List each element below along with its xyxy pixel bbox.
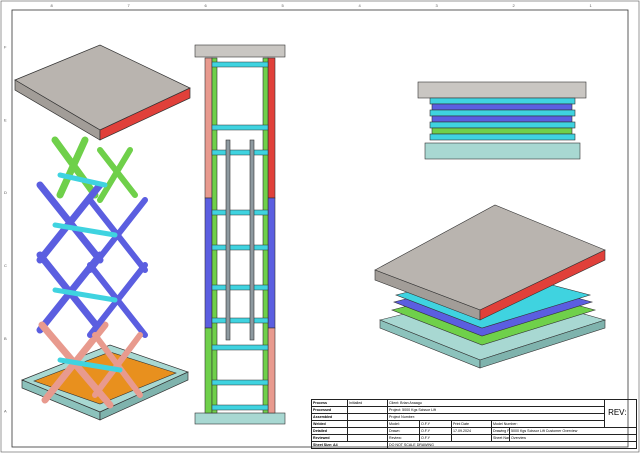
center-base <box>194 412 286 425</box>
cross-tube <box>211 317 269 324</box>
tb-row-value: Initialled <box>347 399 388 407</box>
tb-sheet-size: Sheet Size: A4 <box>311 441 388 449</box>
tb-row-label: Process <box>311 399 348 407</box>
border-zone-letter: D <box>4 190 7 195</box>
tb-sheet-name-label: Sheet Name: <box>491 434 510 442</box>
border-zone-number: 7 <box>128 3 131 8</box>
tb-do-not-scale: DO NOT SCALE DRAWING <box>386 441 638 449</box>
side-view-compact <box>417 81 587 160</box>
tb-row-label: Processed <box>311 406 348 414</box>
cross-tube <box>211 209 269 216</box>
left-isometric-view <box>14 44 191 421</box>
tb-mid-value: O.F.Y <box>419 434 452 442</box>
tb-row-value <box>347 420 388 428</box>
tb-drawing-file-label: Drawing File Name: <box>491 427 510 435</box>
tb-client: Client: Brian Anaagu <box>386 399 606 407</box>
border-zone-number: 3 <box>436 3 439 8</box>
border-zone-number: 5 <box>282 3 285 8</box>
cross-tube <box>211 149 269 156</box>
tb-project-number: Project Number: <box>386 413 606 421</box>
title-block: Process Initialled Client: Brian Anaagu … <box>311 399 638 449</box>
tb-mid-label: Drawn: <box>387 427 420 435</box>
tb-row-label: Welded <box>311 420 348 428</box>
center-cross-tubes <box>211 61 269 411</box>
tb-row-label: Assembled <box>311 413 348 421</box>
tb-sheet-name-value: Overview <box>508 434 638 442</box>
tb-row-value <box>347 427 388 435</box>
cross-tube <box>211 61 269 68</box>
drawing-sheet: F E D C B A 8 7 6 5 4 3 2 1 <box>0 0 640 453</box>
side-platform <box>417 81 587 99</box>
tb-rev: REV: <box>604 399 638 428</box>
tb-mid-c3: Print Date <box>451 420 492 428</box>
tb-drawing-file-value: 5000 Kgs Scissor Lift Customer Overview <box>508 427 638 435</box>
tb-model-number: Model Number: <box>490 420 606 428</box>
cross-tube <box>211 244 269 251</box>
border-zone-letter: B <box>4 336 7 341</box>
cross-tube <box>211 344 269 351</box>
tb-mid-label: Review: <box>387 434 420 442</box>
center-platform <box>194 44 286 58</box>
border-zone-number: 1 <box>590 3 593 8</box>
tb-row-label: Reviewed <box>311 434 348 442</box>
border-zone-number: 2 <box>513 3 516 8</box>
border-zone-letter: C <box>4 263 7 268</box>
border-zone-number: 6 <box>205 3 208 8</box>
tb-row-value <box>347 406 388 414</box>
tb-mid-label: Model: <box>387 420 420 428</box>
tb-row-value <box>347 413 388 421</box>
border-zone-letter: A <box>4 409 7 414</box>
tb-row-label: Detailed <box>311 427 348 435</box>
platform-top <box>14 44 191 131</box>
border-zone-number: 4 <box>359 3 362 8</box>
tb-mid-c3: 17.09.2024 <box>451 427 492 435</box>
border-zone-letter: F <box>4 44 7 49</box>
cross-tube <box>211 404 269 411</box>
center-front-view <box>194 44 286 425</box>
side-base <box>424 142 581 160</box>
cross-tube <box>211 124 269 131</box>
border-zone-number: 8 <box>51 3 54 8</box>
cross-tube <box>211 379 269 386</box>
right-isometric-view <box>374 204 607 369</box>
tb-mid-value: O.F.Y <box>419 420 452 428</box>
tb-project: Project: 5000 Kgs Scissor Lift <box>386 406 606 414</box>
tb-mid-c3 <box>451 434 492 442</box>
tb-row-value <box>347 434 388 442</box>
cross-tube <box>211 284 269 291</box>
tb-mid-value: O.F.Y <box>419 427 452 435</box>
border-zone-letter: E <box>4 117 7 122</box>
